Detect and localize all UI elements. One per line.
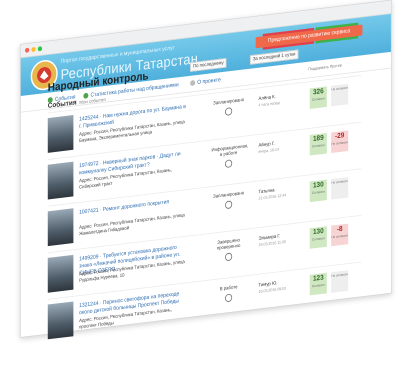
status-label: В работе (219, 285, 238, 292)
support-vote-button[interactable]: 326 Согласен (309, 86, 327, 109)
support-label: Согласен (312, 96, 325, 102)
against-label: Не согласен (331, 85, 348, 92)
event-status: Запланировано (212, 98, 246, 118)
against-vote-button[interactable]: -29 Не согласен (331, 130, 349, 154)
against-count: -8 (336, 224, 343, 233)
support-label: Согласен (312, 282, 325, 288)
browser-window: Портал государственных и муниципальных у… (20, 0, 392, 346)
status-label: Информационная, в работе (211, 143, 249, 158)
event-photo[interactable] (47, 115, 74, 153)
event-author: Тимур Ю. 16.03.2016 09:02 (259, 278, 299, 295)
event-photo[interactable] (47, 161, 74, 200)
against-label: Не согласен (331, 139, 348, 146)
clock-icon (225, 200, 233, 210)
support-label: Согласен (312, 235, 325, 242)
support-vote-button[interactable]: 189 Согласен (309, 132, 327, 156)
support-count: 189 (312, 133, 324, 143)
status-label: Завершено проверенно (216, 238, 241, 252)
event-photo[interactable] (47, 301, 74, 340)
support-count: 130 (312, 179, 324, 190)
support-count: 130 (312, 226, 324, 236)
event-author: Айнур Г. вчера, 18:14 (259, 138, 299, 155)
clock-icon (225, 159, 233, 169)
support-label: Согласен (312, 189, 325, 195)
against-vote-button[interactable]: Не согласен (331, 83, 349, 107)
support-count: 123 (312, 273, 324, 283)
event-status: Запланировано (212, 191, 246, 211)
maximize-window-icon[interactable] (37, 46, 43, 52)
support-vote-button[interactable]: 130 Согласен (309, 179, 327, 203)
close-window-icon[interactable] (24, 47, 30, 53)
status-label: Запланировано (213, 97, 245, 107)
event-status: В работе (212, 284, 246, 304)
clock-icon (225, 107, 233, 116)
screenshot-stage: Портал государственных и муниципальных у… (0, 0, 405, 371)
event-photo[interactable] (47, 208, 74, 247)
event-status: Завершено проверенно (212, 237, 246, 262)
support-vote-button[interactable]: 123 Согласен (309, 272, 327, 296)
nav-item-about[interactable]: О проекте (190, 77, 221, 87)
event-author: Алёна К. 4 часа назад (259, 91, 299, 108)
against-vote-button[interactable]: Не согласен (331, 177, 349, 200)
event-author: Татьяна 21.03.2016 12:44 (259, 185, 299, 202)
against-vote-button[interactable]: -8 Не согласен (331, 223, 349, 247)
nav-item-label: О проекте (197, 77, 221, 86)
support-vote-button[interactable]: 130 Согласен (309, 226, 327, 249)
against-label: Не согласен (331, 233, 348, 240)
event-status: Информационная, в работе (211, 143, 249, 169)
event-address: Адрес: Россия, Республика Татарстан, Каз… (79, 213, 185, 237)
clock-icon (225, 252, 233, 262)
against-count: -29 (335, 130, 345, 140)
minimize-window-icon[interactable] (31, 46, 36, 53)
against-vote-button[interactable]: Не согласен (331, 270, 349, 293)
my-events-link[interactable]: Мои события (79, 98, 105, 106)
info-icon (190, 79, 196, 87)
status-label: Запланировано (213, 191, 245, 200)
support-count: 326 (312, 86, 324, 96)
events-list: 1425244 · Нам нужна дорога по ул. Бауман… (47, 75, 362, 346)
event-author: Эльмира Г. 19.03.2016 11:00 (259, 231, 299, 248)
support-label: Согласен (312, 142, 325, 149)
against-label: Не согласен (331, 178, 348, 185)
event-photo[interactable] (47, 254, 74, 293)
clock-icon (225, 293, 233, 303)
against-label: Не согласен (331, 271, 348, 278)
